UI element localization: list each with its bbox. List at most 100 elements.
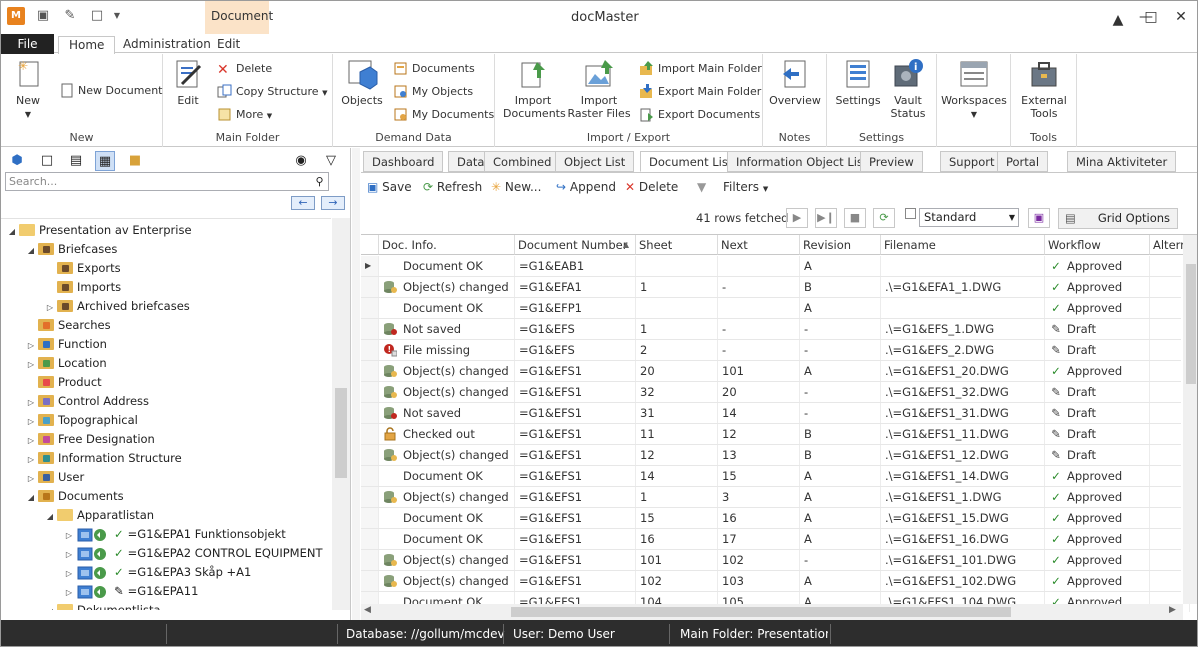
cell-sheet[interactable]: 101 [636, 550, 718, 570]
tree-node[interactable]: ▷ ✓ =G1&EPA3 Skåp +A1 [64, 563, 251, 582]
cell-rev[interactable]: B [800, 424, 881, 444]
tab-administration[interactable]: Administration [113, 36, 221, 54]
table-row[interactable]: ▶ Document OK =G1&EAB1 A ✓ Approved [361, 256, 1190, 277]
cell-rev[interactable]: A [800, 487, 881, 507]
tree-node[interactable]: ◢ Briefcases [26, 240, 117, 259]
column-header[interactable]: Sheet [636, 235, 718, 255]
row-indicator[interactable] [361, 550, 379, 570]
cell-info[interactable]: Document OK [379, 256, 515, 276]
cell-number[interactable]: =G1&EFS1 [515, 382, 636, 402]
sync-icon[interactable]: ⟳ [873, 208, 895, 228]
workspaces-button[interactable]: Workspaces ▼ [941, 58, 1007, 121]
expand-arrow-icon[interactable]: ▷ [26, 393, 36, 412]
cell-sheet[interactable]: 32 [636, 382, 718, 402]
expand-arrow-icon[interactable]: ▷ [26, 355, 36, 374]
cell-rev[interactable]: A [800, 508, 881, 528]
import-main-folder-button[interactable]: Import Main Folder [639, 60, 762, 78]
cell-number[interactable]: =G1&EFS1 [515, 403, 636, 423]
expand-arrow-icon[interactable]: ▷ [26, 469, 36, 488]
layout-select[interactable]: Standard ▼ [919, 208, 1019, 227]
column-header[interactable]: Doc. Info. [379, 235, 515, 255]
cell-rev[interactable]: B [800, 277, 881, 297]
binoculars-icon[interactable]: ◉ [291, 151, 311, 171]
overview-button[interactable]: Overview [769, 58, 821, 107]
cell-file[interactable] [881, 298, 1045, 318]
my-documents-button[interactable]: My Documents [393, 106, 494, 124]
play-icon[interactable]: ▶ [786, 208, 808, 228]
table-row[interactable]: Checked out =G1&EFS1 11 12 B .\=G1&EFS1_11.DW… [361, 424, 1190, 445]
documents-button[interactable]: Documents [393, 60, 475, 78]
cell-next[interactable]: 16 [718, 508, 800, 528]
cell-file[interactable]: .\=G1&EFS_2.DWG [881, 340, 1045, 360]
cell-sheet[interactable]: 14 [636, 466, 718, 486]
row-indicator[interactable] [361, 571, 379, 591]
cell-next[interactable]: 102 [718, 550, 800, 570]
tab-file[interactable]: File [1, 34, 54, 54]
table-row[interactable]: Document OK =G1&EFS1 15 16 A .\=G1&EFS1_15.DW… [361, 508, 1190, 529]
row-indicator[interactable] [361, 487, 379, 507]
filters-dropdown[interactable]: Filters ▼ [723, 178, 768, 196]
table-row[interactable]: Object(s) changed =G1&EFS1 32 20 - .\=G1&EFS1… [361, 382, 1190, 403]
table-row[interactable]: Object(s) changed =G1&EFS1 1 3 A .\=G1&EFS1_1… [361, 487, 1190, 508]
tree-search-input[interactable]: Search... [5, 172, 329, 191]
tree-node[interactable]: ▷ User [26, 468, 84, 487]
cell-wf[interactable]: ✎ Draft [1045, 445, 1150, 465]
cell-number[interactable]: =G1&EFS1 [515, 550, 636, 570]
tree-node[interactable]: ◢ Presentation av Enterprise [7, 221, 192, 240]
tab-information-object-list[interactable]: Information Object List [727, 151, 877, 172]
row-indicator[interactable] [361, 508, 379, 528]
layout-checkbox[interactable] [905, 208, 916, 219]
cell-sheet[interactable]: 20 [636, 361, 718, 381]
column-header[interactable]: Workflow [1045, 235, 1150, 255]
folder-view-icon[interactable]: ■ [125, 151, 145, 171]
tree-node[interactable]: ◢ Apparatlistan [45, 506, 154, 525]
cube-view-icon[interactable]: ⬢ [7, 151, 27, 171]
cell-wf[interactable]: ✓ Approved [1045, 508, 1150, 528]
cell-number[interactable]: =G1&EFP1 [515, 298, 636, 318]
new-record-button[interactable]: ✳ New... [491, 178, 541, 196]
expand-arrow-icon[interactable]: ▷ [26, 431, 36, 450]
row-indicator[interactable] [361, 403, 379, 423]
cell-sheet[interactable]: 12 [636, 445, 718, 465]
grid-horizontal-scroll-thumb[interactable] [511, 607, 1011, 617]
cell-number[interactable]: =G1&EFS1 [515, 487, 636, 507]
export-main-folder-button[interactable]: Export Main Folder [639, 83, 761, 101]
cell-rev[interactable]: A [800, 571, 881, 591]
quick-access-dropdown-icon[interactable]: ▼ [109, 8, 125, 24]
column-header[interactable]: Filename [881, 235, 1045, 255]
quick-save-icon[interactable]: ▣ [35, 8, 51, 24]
quick-new-icon[interactable]: □ [89, 8, 105, 24]
tab-home[interactable]: Home [58, 36, 116, 55]
settings-button[interactable]: Settings [833, 58, 883, 107]
cell-sheet[interactable]: 102 [636, 571, 718, 591]
cell-sheet[interactable]: 15 [636, 508, 718, 528]
cell-number[interactable]: =G1&EFS1 [515, 508, 636, 528]
next-icon[interactable]: ▶❙ [815, 208, 837, 228]
cell-info[interactable]: Document OK [379, 298, 515, 318]
cell-next[interactable]: 13 [718, 445, 800, 465]
quick-edit-icon[interactable]: ✎ [62, 8, 78, 24]
cell-file[interactable]: .\=G1&EFA1_1.DWG [881, 277, 1045, 297]
cell-file[interactable]: .\=G1&EFS1_32.DWG [881, 382, 1045, 402]
cell-file[interactable]: .\=G1&EFS1_14.DWG [881, 466, 1045, 486]
cell-sheet[interactable]: 16 [636, 529, 718, 549]
table-row[interactable]: Object(s) changed =G1&EFS1 101 102 - .\=G1&EF… [361, 550, 1190, 571]
back-arrow-icon[interactable]: ← [291, 196, 315, 210]
append-button[interactable]: ↪ Append [556, 178, 616, 196]
cell-sheet[interactable]: 1 [636, 487, 718, 507]
refresh-button[interactable]: ⟳ Refresh [423, 178, 482, 196]
save-layout-icon[interactable]: ▣ [1028, 208, 1050, 228]
cell-rev[interactable]: A [800, 361, 881, 381]
cell-file[interactable]: .\=G1&EFS1_101.DWG [881, 550, 1045, 570]
cell-info[interactable]: Not saved [379, 319, 515, 339]
row-indicator[interactable]: ▶ [361, 256, 379, 276]
tree-node[interactable]: ◢ Documents [26, 487, 124, 506]
cell-wf[interactable]: ✓ Approved [1045, 487, 1150, 507]
cell-rev[interactable]: A [800, 529, 881, 549]
cell-wf[interactable]: ✓ Approved [1045, 466, 1150, 486]
cell-next[interactable]: 20 [718, 382, 800, 402]
collapse-arrow-icon[interactable]: ◢ [26, 488, 36, 507]
tree-node[interactable]: Searches [26, 316, 111, 335]
row-indicator[interactable] [361, 298, 379, 318]
new-button[interactable]: ✳ New ▼ [9, 58, 47, 121]
